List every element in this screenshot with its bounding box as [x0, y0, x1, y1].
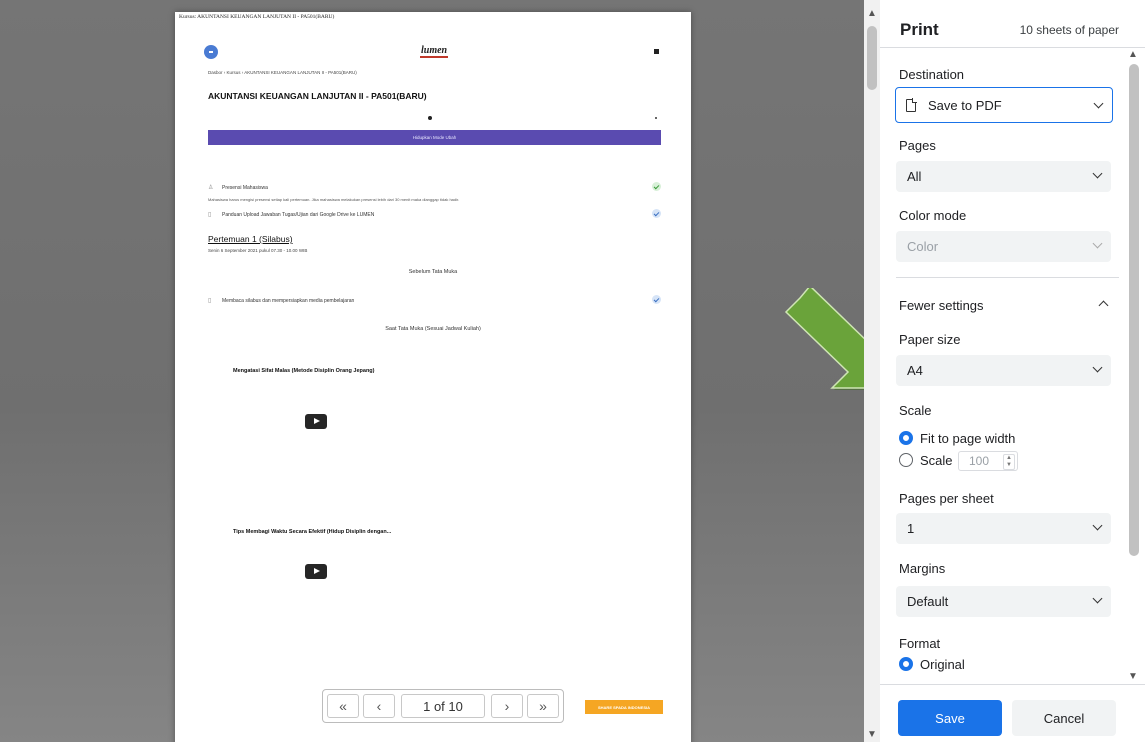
activity-label: Panduan Upload Jawaban Tugas/Ujian dari … [222, 212, 375, 218]
scroll-up-icon[interactable]: ▲ [1128, 49, 1138, 60]
fit-to-width-label[interactable]: Fit to page width [920, 431, 1015, 446]
color-mode-value: Color [907, 239, 939, 254]
sebelum-label: Sebelum Tata Muka [408, 269, 458, 275]
check-icon [652, 182, 661, 191]
original-format-radio[interactable] [899, 657, 913, 671]
section-date: Senin 6 September 2021 pukul 07.30 - 10.… [208, 248, 308, 253]
color-mode-label: Color mode [899, 208, 967, 223]
course-title: AKUNTANSI KEUANGAN LANJUTAN II - PA501(B… [208, 91, 427, 101]
chevron-down-icon [1092, 593, 1103, 604]
fewer-settings-toggle[interactable]: Fewer settings [899, 298, 984, 313]
margins-value: Default [907, 594, 949, 609]
dot-icon [428, 116, 432, 120]
next-page-button[interactable]: › [491, 694, 523, 718]
document-icon [906, 97, 917, 112]
pages-per-sheet-value: 1 [907, 521, 915, 536]
scale-value: 100 [969, 454, 990, 468]
preview-page: Kursus: AKUNTANSI KEUANGAN LANJUTAN II -… [175, 12, 691, 742]
color-mode-select: Color [896, 231, 1111, 262]
pages-select[interactable]: All [896, 161, 1111, 192]
scroll-down-icon[interactable]: ▼ [1128, 671, 1138, 682]
destination-select[interactable]: Save to PDF [895, 87, 1113, 123]
user-menu-icon [654, 49, 659, 54]
section-title: Pertemuan 1 (Silabus) [208, 234, 293, 244]
activity-label: Membaca silabus dan mempersiapkan media … [222, 298, 355, 304]
scroll-thumb[interactable] [1129, 64, 1139, 556]
chevron-down-icon [1092, 238, 1103, 249]
video-title: Mengatasi Sifat Malas (Metode Disiplin O… [233, 368, 375, 374]
preview-scrollbar[interactable]: ▲ ▼ [864, 0, 880, 742]
original-format-label[interactable]: Original [920, 657, 965, 672]
menu-icon [204, 45, 218, 59]
format-label: Format [899, 636, 941, 651]
print-settings-panel: Print 10 sheets of paper Destination Sav… [880, 0, 1145, 742]
print-preview-area: Kursus: AKUNTANSI KEUANGAN LANJUTAN II -… [0, 0, 864, 742]
custom-scale-radio[interactable] [899, 453, 913, 467]
print-header-text: Kursus: AKUNTANSI KEUANGAN LANJUTAN II -… [179, 14, 335, 20]
footer-divider [880, 684, 1145, 685]
sheet-count: 10 sheets of paper [1019, 23, 1119, 37]
first-page-button[interactable]: « [327, 694, 359, 718]
prev-page-button[interactable]: ‹ [363, 694, 395, 718]
presensi-note: Mahasiswa harus mengisi presensi setiap … [208, 197, 460, 202]
pages-per-sheet-select[interactable]: 1 [896, 513, 1111, 544]
panel-title: Print [900, 20, 939, 39]
paper-size-value: A4 [907, 363, 923, 378]
youtube-play-icon [305, 564, 327, 579]
destination-label: Destination [899, 67, 965, 82]
activity-silabus: ▯ Membaca silabus dan mempersiapkan media… [208, 295, 661, 304]
activity-presensi: ♙ Presensi Mahasiswa [208, 182, 661, 191]
attendance-icon: ♙ [208, 185, 214, 191]
scroll-thumb[interactable] [867, 26, 877, 90]
scale-input[interactable]: 100 ▲ ▼ [958, 451, 1018, 471]
footer-badge: SHARE SPADA INDONESIA [585, 700, 663, 714]
destination-value: Save to PDF [928, 97, 1002, 113]
panel-scrollbar[interactable]: ▲ ▼ [1127, 44, 1141, 684]
chevron-down-icon [1092, 362, 1103, 373]
stepper-icon[interactable]: ▲ ▼ [1003, 454, 1015, 470]
cancel-button[interactable]: Cancel [1012, 700, 1116, 736]
page-indicator[interactable]: 1 of 10 [401, 694, 485, 718]
file-icon: ▯ [208, 298, 212, 304]
header-divider [880, 47, 1145, 48]
edit-mode-banner: Hidupkan Mode Ubah [208, 130, 661, 145]
chevron-down-icon [1092, 520, 1103, 531]
paper-size-select[interactable]: A4 [896, 355, 1111, 386]
pages-label: Pages [899, 138, 936, 153]
section-divider [896, 277, 1119, 278]
file-icon: ▯ [208, 212, 212, 218]
dot-small-icon [655, 117, 657, 119]
saat-label: Saat Tata Muka (Sesuai Jadwal Kuliah) [385, 326, 481, 332]
lumen-logo: lumen [420, 45, 449, 58]
chevron-down-icon [1093, 98, 1104, 109]
chevron-down-icon [1092, 168, 1103, 179]
pages-per-sheet-label: Pages per sheet [899, 491, 994, 506]
custom-scale-label[interactable]: Scale [920, 453, 953, 468]
save-button[interactable]: Save [898, 700, 1002, 736]
scroll-down-icon[interactable]: ▼ [867, 729, 877, 740]
activity-panduan: ▯ Panduan Upload Jawaban Tugas/Ujian dari… [208, 209, 661, 218]
breadcrumb: Dasbor › Kursus › AKUNTANSI KEUANGAN LAN… [208, 70, 357, 75]
last-page-button[interactable]: » [527, 694, 559, 718]
green-arrow-icon [784, 288, 864, 390]
check-icon [652, 209, 661, 218]
margins-select[interactable]: Default [896, 586, 1111, 617]
page-navigation: « ‹ 1 of 10 › » [322, 689, 564, 723]
chevron-up-icon[interactable] [1098, 300, 1109, 311]
scroll-up-icon[interactable]: ▲ [867, 8, 877, 19]
scale-label: Scale [899, 403, 932, 418]
margins-label: Margins [899, 561, 946, 576]
youtube-play-icon [305, 414, 327, 429]
video-title: Tips Membagi Waktu Secara Efektif (Hidup… [233, 529, 392, 535]
paper-size-label: Paper size [899, 332, 961, 347]
pages-value: All [907, 169, 922, 184]
check-icon [652, 295, 661, 304]
fit-to-width-radio[interactable] [899, 431, 913, 445]
activity-label: Presensi Mahasiswa [222, 185, 268, 191]
